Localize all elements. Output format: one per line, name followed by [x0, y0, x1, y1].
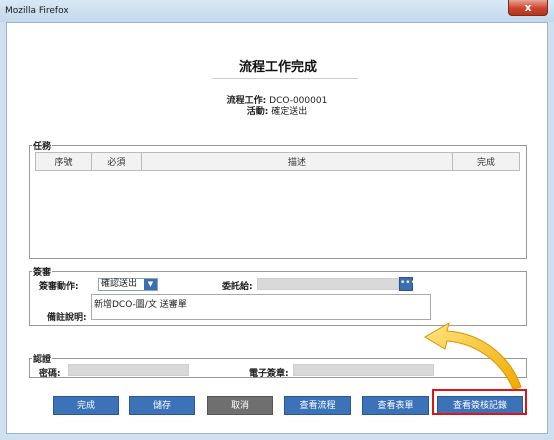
review-action-value: 確認送出	[101, 279, 138, 289]
chevron-down-icon[interactable]: ▼	[144, 279, 157, 290]
save-button[interactable]: 儲存	[129, 396, 195, 415]
window-titlebar: Mozilla Firefox x	[0, 0, 554, 22]
review-legend: 簽審	[33, 268, 52, 278]
tasks-table: 序號 必須 描述 完成	[35, 152, 520, 171]
curved-arrow-icon	[424, 321, 522, 390]
delegate-picker-button[interactable]: •••	[399, 277, 416, 291]
close-button[interactable]: x	[508, 0, 548, 16]
delegate-label: 委託給:	[222, 282, 253, 292]
activity-label: 活動:	[246, 107, 269, 117]
cancel-button[interactable]: 取消	[207, 396, 273, 415]
page-content: 流程工作完成 流程工作: DCO-000001 活動: 確定送出 任務 序號 必…	[6, 22, 548, 434]
col-header-required: 必須	[90, 152, 142, 171]
tasks-legend: 任務	[33, 142, 52, 152]
close-icon: x	[524, 1, 532, 14]
remark-label: 備註說明:	[47, 313, 87, 323]
review-action-label: 簽審動作:	[39, 282, 79, 292]
view-flow-button[interactable]: 查看流程	[284, 396, 351, 415]
page-title: 流程工作完成	[238, 60, 317, 75]
password-label: 密碼:	[39, 369, 61, 379]
title-divider	[212, 78, 358, 79]
password-input[interactable]	[68, 364, 189, 376]
activity-info: 活動: 確定送出	[177, 104, 377, 117]
delegate-field[interactable]	[257, 278, 399, 290]
remark-textarea[interactable]: 新增DCO-圖/文 送審單	[91, 294, 431, 320]
col-header-complete: 完成	[452, 152, 520, 171]
esign-input[interactable]	[293, 364, 434, 376]
review-action-select[interactable]: 確認送出 ▼	[98, 278, 158, 291]
auth-legend: 認證	[33, 355, 52, 365]
activity-value: 確定送出	[271, 107, 308, 117]
col-header-index: 序號	[35, 152, 92, 171]
window-title: Mozilla Firefox	[5, 6, 69, 16]
view-form-button[interactable]: 查看表單	[362, 396, 429, 415]
col-header-description: 描述	[140, 152, 454, 171]
esign-label: 電子簽章:	[249, 369, 289, 379]
complete-button[interactable]: 完成	[53, 396, 119, 415]
